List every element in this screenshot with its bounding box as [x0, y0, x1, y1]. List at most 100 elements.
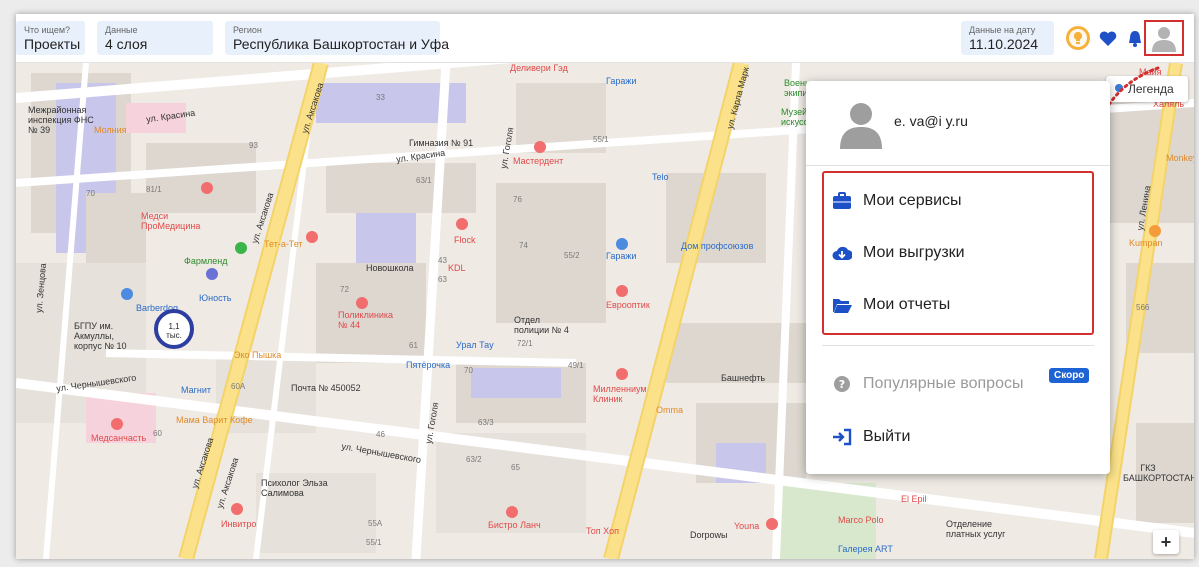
- house-number: 55/2: [564, 251, 580, 260]
- place-label: Молния: [94, 125, 127, 135]
- place-label: Бистро Ланч: [488, 520, 541, 530]
- house-number: 81/1: [146, 185, 162, 194]
- place-label: Kumpan: [1129, 238, 1163, 248]
- clinic-pin-icon[interactable]: [456, 218, 468, 230]
- garage-pin-icon[interactable]: [616, 238, 628, 250]
- place-label: Поликлиника № 44: [338, 310, 394, 330]
- cloud-download-icon: [832, 246, 852, 261]
- house-number: 72/1: [517, 339, 533, 348]
- place-label: Гаражи: [606, 76, 637, 86]
- house-number: 43: [438, 256, 447, 265]
- place-label: Мастердент: [513, 156, 564, 166]
- place-label: Omma: [656, 405, 683, 415]
- place-label: Урал Тау: [456, 340, 494, 350]
- place-label: El Epil: [901, 494, 927, 504]
- house-number: 63/3: [478, 418, 494, 427]
- menu-item-label: Выйти: [863, 428, 911, 445]
- date-value: 11.10.2024: [969, 36, 1039, 52]
- clinic-pin-icon[interactable]: [231, 503, 243, 515]
- filter-region-value: Республика Башкортостан и Уфа: [233, 36, 450, 52]
- menu-item-logout[interactable]: Выйти: [806, 419, 1110, 455]
- user-avatar-button[interactable]: [1144, 20, 1184, 56]
- shop-pin-icon[interactable]: [1149, 225, 1161, 237]
- clinic-pin-icon[interactable]: [766, 518, 778, 530]
- pharmacy-pin-icon[interactable]: [235, 242, 247, 254]
- house-number: 63/1: [416, 176, 432, 185]
- place-label: Деливери Гэд: [510, 63, 568, 73]
- place-label: Медси ПроМедицина: [141, 211, 201, 231]
- menu-item-my-services[interactable]: Мои сервисы: [806, 183, 1110, 219]
- clinic-pin-icon[interactable]: [306, 231, 318, 243]
- top-bar: Что ищем? Проекты Данные 4 слоя Регион Р…: [16, 14, 1194, 63]
- place-label: Межрайонная инспекция ФНС № 39: [28, 105, 94, 135]
- menu-item-my-reports[interactable]: Мои отчеты: [806, 287, 1110, 323]
- filter-data-value: 4 слоя: [105, 36, 148, 52]
- house-number: 70: [86, 189, 95, 198]
- date-picker[interactable]: Данные на дату 11.10.2024: [961, 21, 1054, 55]
- clinic-pin-icon[interactable]: [111, 418, 123, 430]
- filter-what[interactable]: Что ищем? Проекты: [16, 21, 85, 55]
- menu-divider: [822, 345, 1094, 346]
- sign-out-icon: [833, 428, 852, 446]
- clinic-pin-icon[interactable]: [616, 368, 628, 380]
- filter-data[interactable]: Данные 4 слоя: [97, 21, 213, 55]
- filter-data-label: Данные: [105, 25, 138, 35]
- place-label: БГПУ им. Акмуллы, корпус № 10: [74, 321, 127, 351]
- house-number: 93: [249, 141, 258, 150]
- clinic-pin-icon[interactable]: [201, 182, 213, 194]
- place-label: Dorpowы: [690, 530, 728, 540]
- place-label: Гаражи: [606, 251, 637, 261]
- place-label: Marco Polo: [838, 515, 884, 525]
- place-label: Гимназия № 91: [409, 138, 474, 148]
- cluster-marker[interactable]: 1,1 тыс.: [154, 309, 194, 349]
- menu-item-label: Мои сервисы: [863, 192, 962, 209]
- school-pin-icon[interactable]: [206, 268, 218, 280]
- filter-region-label: Регион: [233, 25, 262, 35]
- place-label: Психолог Эльза Салимова: [261, 478, 328, 498]
- place-label: Магнит: [181, 385, 212, 395]
- house-number: 49/1: [568, 361, 584, 370]
- bell-icon[interactable]: [1124, 28, 1146, 50]
- bulb-icon[interactable]: [1066, 26, 1090, 50]
- house-number: 70: [464, 366, 473, 375]
- house-number: 60: [153, 429, 162, 438]
- place-label: Мама Варит Кофе: [176, 415, 253, 425]
- house-number: 74: [519, 241, 528, 250]
- barber-pin-icon[interactable]: [121, 288, 133, 300]
- place-label: KDL: [448, 263, 466, 273]
- user-info: e. va@i y.ru: [806, 81, 1110, 166]
- folder-open-icon: [833, 299, 852, 313]
- place-label: Monkey Grinder: [1166, 153, 1194, 163]
- user-menu: e. va@i y.ru Мои сервисы Мои выгрузки Мо…: [806, 81, 1110, 474]
- menu-item-my-exports[interactable]: Мои выгрузки: [806, 235, 1110, 271]
- user-avatar-icon: [1152, 27, 1176, 52]
- place-label: Фармленд: [184, 256, 228, 266]
- house-number: 566: [1136, 303, 1150, 312]
- place-label: ГКЗ БАШКОРТОСТАН: [1123, 463, 1194, 483]
- place-label: Youna: [734, 521, 760, 531]
- zoom-in-button[interactable]: +: [1153, 530, 1179, 554]
- user-email: e. va@i y.ru: [894, 113, 968, 129]
- question-circle-icon: ?: [834, 376, 850, 392]
- house-number: 72: [340, 285, 349, 294]
- place-label: Евроoптик: [606, 300, 650, 310]
- filter-what-label: Что ищем?: [24, 25, 71, 35]
- cluster-value: 1,1: [168, 322, 180, 331]
- date-label: Данные на дату: [969, 25, 1036, 35]
- house-number: 76: [513, 195, 522, 204]
- optic-pin-icon[interactable]: [616, 285, 628, 297]
- briefcase-icon: [833, 192, 851, 209]
- menu-item-label: Популярные вопросы: [863, 375, 1024, 392]
- house-number: 61: [409, 341, 418, 350]
- house-number: 63/2: [466, 455, 482, 464]
- place-label: Медсанчасть: [91, 433, 147, 443]
- cafe-pin-icon[interactable]: [506, 506, 518, 518]
- filter-region[interactable]: Регион Республика Башкортостан и Уфа: [225, 21, 450, 55]
- clinic-pin-icon[interactable]: [356, 297, 368, 309]
- dentist-pin-icon[interactable]: [534, 141, 546, 153]
- menu-item-label: Мои отчеты: [863, 296, 951, 313]
- place-label: Инвитро: [221, 519, 257, 529]
- heart-icon[interactable]: [1097, 28, 1119, 50]
- place-label: Топ Хоп: [586, 526, 619, 536]
- place-label: Отделение платных услуг: [946, 519, 1006, 539]
